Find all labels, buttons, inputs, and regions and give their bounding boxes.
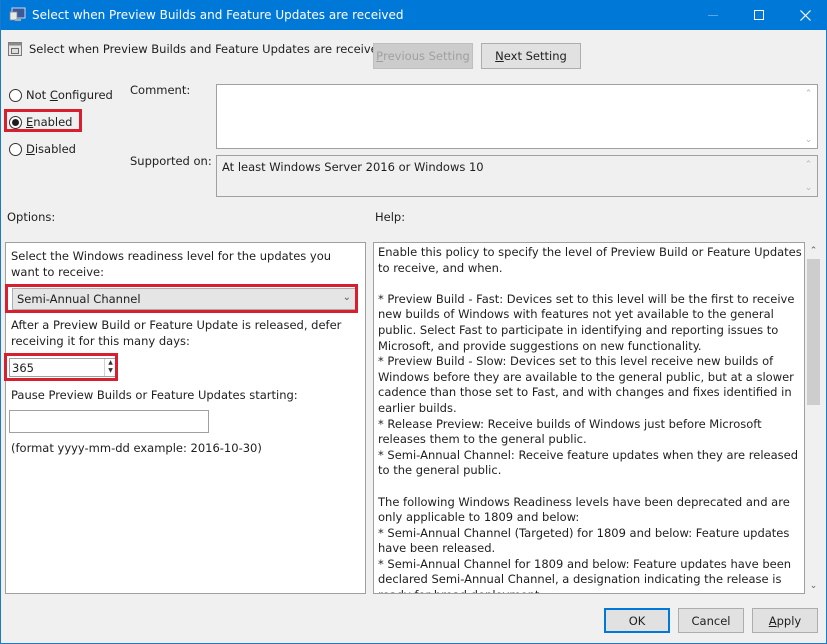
scroll-up-icon: ⌃: [804, 88, 813, 99]
date-format-hint: (format yyyy-mm-dd example: 2016-10-30): [11, 441, 262, 455]
spin-up-icon[interactable]: ▲: [105, 359, 116, 367]
defer-days-prompt: After a Preview Build or Feature Update …: [11, 318, 342, 348]
policy-setting-icon: [8, 42, 22, 56]
supported-on-label: Supported on:: [130, 154, 212, 168]
readiness-level-dropdown[interactable]: Semi-Annual Channel ⌄: [12, 288, 357, 310]
scroll-down-icon: ⌄: [804, 134, 813, 145]
radio-not-configured[interactable]: Not Configured: [9, 88, 113, 102]
spinner-buttons[interactable]: ▲ ▼: [104, 359, 116, 376]
help-scrollbar[interactable]: ⌃ ⌄: [805, 242, 822, 594]
scroll-up-icon: ⌃: [804, 159, 813, 170]
defer-days-spinner[interactable]: 365 ▲ ▼: [9, 358, 117, 377]
supported-on-field: At least Windows Server 2016 or Windows …: [216, 155, 818, 197]
comment-label: Comment:: [130, 83, 191, 97]
maximize-button[interactable]: [736, 0, 782, 30]
previous-setting-accelerator: P: [376, 49, 384, 63]
defer-days-value[interactable]: 365: [12, 361, 34, 375]
radio-enabled[interactable]: Enabled: [9, 115, 73, 129]
spin-down-icon[interactable]: ▼: [105, 367, 116, 375]
radio-circle[interactable]: [9, 88, 22, 102]
maximize-icon: [754, 10, 764, 20]
help-text: Enable this policy to specify the level …: [378, 245, 802, 593]
window-title: Select when Preview Builds and Feature U…: [32, 8, 404, 22]
radio-label: Not Configured: [26, 88, 113, 102]
close-button[interactable]: [782, 0, 827, 30]
help-panel: Enable this policy to specify the level …: [373, 242, 805, 594]
cancel-button[interactable]: Cancel: [678, 608, 744, 633]
help-label: Help:: [375, 210, 406, 224]
apply-button[interactable]: Apply: [752, 608, 818, 633]
previous-setting-button[interactable]: Previous Setting: [373, 43, 473, 69]
radio-selected-dot: [12, 118, 19, 126]
radio-label: Disabled: [26, 142, 76, 156]
pause-prompt: Pause Preview Builds or Feature Updates …: [11, 388, 298, 402]
group-policy-editor-icon: [9, 7, 26, 21]
chevron-down-icon: ⌄: [342, 292, 351, 303]
readiness-prompt: Select the Windows readiness level for t…: [11, 249, 332, 279]
title-bar[interactable]: Select when Preview Builds and Feature U…: [1, 0, 827, 30]
options-label: Options:: [7, 210, 56, 224]
pause-date-input[interactable]: [9, 410, 209, 433]
scroll-down-icon[interactable]: ⌄: [805, 577, 822, 594]
radio-disabled[interactable]: Disabled: [9, 142, 76, 156]
comment-scrollbar[interactable]: ⌃ ⌄: [800, 85, 817, 148]
minimize-icon: [708, 14, 718, 16]
previous-setting-label: revious Setting: [383, 49, 470, 63]
ok-button[interactable]: OK: [604, 608, 670, 633]
supported-on-scrollbar[interactable]: ⌃ ⌄: [800, 156, 817, 196]
comment-textarea[interactable]: ⌃ ⌄: [216, 84, 818, 149]
readiness-level-value: Semi-Annual Channel: [17, 292, 141, 306]
scroll-track[interactable]: [806, 259, 821, 577]
policy-name: Select when Preview Builds and Feature U…: [29, 42, 386, 56]
scroll-up-icon[interactable]: ⌃: [805, 242, 822, 259]
next-setting-label: ext Setting: [503, 49, 567, 63]
next-setting-accelerator: N: [495, 49, 504, 63]
apply-accelerator: A: [768, 613, 777, 628]
next-setting-button[interactable]: Next Setting: [481, 43, 581, 69]
policy-dialog: Select when Preview Builds and Feature U…: [0, 0, 827, 644]
apply-label: pply: [776, 613, 802, 628]
supported-on-value: At least Windows Server 2016 or Windows …: [222, 160, 484, 174]
options-panel: Select the Windows readiness level for t…: [5, 242, 366, 594]
scroll-thumb[interactable]: [807, 259, 820, 405]
minimize-button[interactable]: [690, 0, 736, 30]
radio-circle[interactable]: [9, 142, 22, 156]
radio-circle-selected[interactable]: [9, 115, 22, 129]
close-icon: [799, 9, 811, 21]
scroll-down-icon: ⌄: [804, 182, 813, 193]
radio-label: Enabled: [26, 115, 73, 129]
